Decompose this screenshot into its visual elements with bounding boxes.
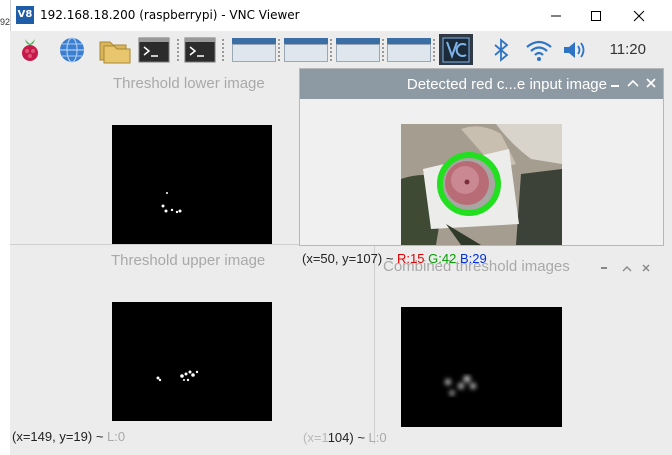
status-blue: B:29 (459, 251, 487, 266)
clock[interactable]: 11:20 (610, 41, 646, 58)
close-icon (633, 10, 645, 21)
raspberry-menu-icon (22, 38, 38, 61)
wifi-icon (526, 40, 552, 61)
combined-threshold-image (401, 307, 562, 427)
window-controls (601, 264, 650, 272)
status-red: R:15 (397, 251, 425, 266)
vnc-logo-icon: V8 (16, 6, 34, 24)
taskbar-separator (222, 39, 228, 61)
close-icon[interactable] (643, 75, 659, 91)
volume-icon (564, 41, 585, 58)
window-thumbnail (284, 44, 328, 62)
threshold-lower-image (112, 125, 272, 244)
blurred-specks (445, 375, 476, 396)
pi-taskbar: 11:20 (10, 31, 672, 69)
maximize-icon (622, 266, 632, 272)
taskbar-window-button-1[interactable] (232, 34, 276, 62)
status-bar: (x=1104) ~ L:0 (303, 430, 387, 445)
status-coords: 104) ~ (327, 430, 365, 445)
background-window-text: 92 (0, 17, 11, 27)
minimize-icon (551, 15, 561, 16)
terminal-icon (138, 37, 170, 62)
status-value: L:0 (107, 429, 126, 444)
window-thumbnail (387, 44, 431, 62)
terminal-button-2[interactable] (182, 34, 218, 65)
status-coords: (x=149, y=19) ~ (12, 429, 104, 444)
window-thumbnail (336, 44, 380, 62)
file-manager-button[interactable] (97, 34, 133, 65)
terminal-icon (184, 37, 216, 62)
minimize-icon[interactable] (607, 75, 623, 91)
window-title: Threshold upper image (111, 252, 266, 269)
bluetooth-button[interactable] (488, 34, 514, 65)
threshold-specks (156, 370, 199, 382)
vnc-tray-button[interactable] (439, 34, 473, 65)
volume-button[interactable] (560, 34, 590, 65)
status-bar: (x=50, y=107) ~ R:15 G:42 B:29 (302, 251, 487, 266)
web-browser-icon (60, 36, 84, 63)
status-value: L:0 (368, 430, 387, 445)
terminal-button[interactable] (136, 34, 172, 65)
file-manager-icon (99, 41, 131, 63)
web-browser-button[interactable] (56, 34, 88, 65)
status-bar: (x=149, y=19) ~ L:0 (12, 429, 125, 444)
status-coords-hidden: (x=1 (303, 430, 328, 445)
wifi-button[interactable] (523, 34, 555, 65)
raspberry-menu-button[interactable] (14, 34, 46, 65)
taskbar-window-button-4[interactable] (387, 34, 431, 62)
threshold-specks (161, 192, 182, 214)
vnc-title-bar: V8 192.168.18.200 (raspberrypi) - VNC Vi… (0, 0, 672, 31)
bluetooth-icon (494, 37, 509, 62)
window-thumbnail (232, 44, 276, 62)
taskbar-window-button-3[interactable] (336, 34, 380, 62)
taskbar-window-button-2[interactable] (284, 34, 328, 62)
detected-input-image (401, 124, 562, 245)
close-button[interactable] (616, 0, 662, 31)
window-title: Detected red c...e input image (406, 76, 607, 93)
maximize-button[interactable] (573, 0, 619, 31)
window-title: 192.168.18.200 (raspberrypi) - VNC Viewe… (40, 8, 300, 22)
status-coords: (x=50, y=107) ~ (302, 251, 394, 266)
minimize-icon (601, 267, 607, 269)
vnc-icon (442, 37, 470, 62)
status-green: G:42 (428, 251, 457, 266)
camera-frame (401, 124, 562, 245)
maximize-icon (591, 10, 601, 21)
threshold-upper-image (112, 302, 272, 421)
maximize-icon[interactable] (625, 75, 641, 91)
window-header: Detected red c...e input image (300, 69, 663, 99)
window-title: Threshold lower image (113, 75, 265, 92)
